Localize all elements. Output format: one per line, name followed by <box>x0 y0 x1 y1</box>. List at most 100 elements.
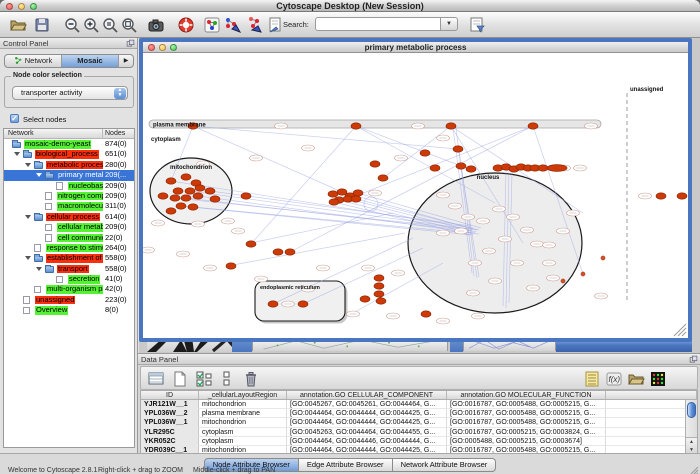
search-dropdown-button[interactable]: ▼ <box>441 17 458 31</box>
help-button[interactable] <box>176 15 196 35</box>
node-color-dropdown[interactable]: transporter activity ▲▼ <box>12 86 128 100</box>
node[interactable] <box>421 311 431 317</box>
column-header-molecular-function[interactable]: annotation.GO MOLECULAR_FUNCTION <box>447 391 606 399</box>
table-row-ypl036w__1[interactable]: YPL036W__1mitochondrion[GO:0044464, GO:0… <box>141 418 697 427</box>
column-header-cellular-component[interactable]: annotation.GO CELLULAR_COMPONENT <box>287 391 447 399</box>
table-cell[interactable]: YKR052C <box>141 437 199 446</box>
tree-row-mosaic-demo-yeast[interactable]: mosaic-demo-yeast874(0) <box>4 139 134 149</box>
node[interactable] <box>268 301 278 307</box>
column-header-id[interactable]: ID <box>141 391 199 399</box>
table-row-yjr121w__1[interactable]: YJR121W__1mitochondrion[GO:0045267, GO:0… <box>141 400 697 409</box>
zoom-out-button[interactable] <box>62 15 82 35</box>
node[interactable] <box>188 204 198 210</box>
small-node[interactable] <box>561 279 565 283</box>
disclosure-triangle-icon[interactable] <box>14 152 20 156</box>
small-node[interactable] <box>581 272 585 276</box>
node[interactable] <box>466 166 476 172</box>
node[interactable] <box>173 188 183 194</box>
node[interactable] <box>176 203 186 209</box>
merge-network-button[interactable] <box>245 15 265 35</box>
matrix-button[interactable] <box>649 370 667 388</box>
table-cell[interactable]: YLR295C <box>141 428 199 437</box>
zoom-selected-region-button[interactable] <box>100 15 120 35</box>
select-attributes-button[interactable] <box>195 370 213 388</box>
search-config-button[interactable] <box>468 16 486 34</box>
zoom-in-button[interactable] <box>81 15 101 35</box>
table-cell[interactable]: [GO:0045267, GO:0045261, GO:0044464, G..… <box>287 400 447 409</box>
node[interactable] <box>181 195 191 201</box>
node[interactable] <box>538 165 548 171</box>
table-cell[interactable]: [GO:0045263, GO:0044464, GO:0044455, G..… <box>287 428 447 437</box>
node[interactable] <box>374 275 384 281</box>
tree-row-overview[interactable]: Overview8(0) <box>4 305 134 315</box>
table-cell[interactable]: YPL036W__1 <box>141 418 199 427</box>
tree-row-primary-metabo[interactable]: primary metabo209(... <box>4 170 134 180</box>
node[interactable] <box>420 150 430 156</box>
network-canvas[interactable]: plasma membranecytoplasmmitochondrionnuc… <box>143 53 688 338</box>
node[interactable] <box>158 193 168 199</box>
table-cell[interactable]: [GO:0005488, GO:0005215, GO:0003674] <box>447 437 606 446</box>
tab-network-attribute-browser[interactable]: Network Attribute Browser <box>393 458 497 472</box>
node[interactable] <box>226 263 236 269</box>
tree-row-response-to-stimulu[interactable]: response to stimulu264(0) <box>4 243 134 253</box>
disclosure-triangle-icon[interactable] <box>25 215 31 219</box>
new-attribute-button[interactable] <box>171 370 189 388</box>
node[interactable] <box>453 146 463 152</box>
table-button[interactable] <box>147 370 165 388</box>
node[interactable] <box>456 163 466 169</box>
column-header-region[interactable]: _cellularLayoutRegion <box>199 391 287 399</box>
node[interactable] <box>210 196 220 202</box>
table-row-ykr052c[interactable]: YKR052Ccytoplasm[GO:0044464, GO:0044446,… <box>141 437 697 446</box>
table-cell[interactable]: [GO:0044464, GO:0044444, GO:0044425, G..… <box>287 418 447 427</box>
table-cell[interactable]: plasma membrane <box>199 409 287 418</box>
tree-row-establishment-of-lo[interactable]: establishment of lo558(0) <box>4 253 134 263</box>
table-scrollbar[interactable]: ▲▼ <box>685 400 697 453</box>
node[interactable] <box>351 196 361 202</box>
table-row-ypl036w__2[interactable]: YPL036W__2plasma membrane[GO:0044464, GO… <box>141 409 697 418</box>
network-graph[interactable]: plasma membranecytoplasmmitochondrionnuc… <box>143 53 688 338</box>
import-attributes-button[interactable] <box>627 370 645 388</box>
delete-attribute-button[interactable] <box>242 370 260 388</box>
disclosure-triangle-icon[interactable] <box>36 173 42 177</box>
node[interactable] <box>246 241 256 247</box>
node[interactable] <box>185 188 195 194</box>
node[interactable] <box>195 185 205 191</box>
tab-overflow-button[interactable]: ▶ <box>119 55 133 67</box>
node[interactable] <box>374 291 384 297</box>
tree-row-nitrogen-compo[interactable]: nitrogen compo209(0) <box>4 191 134 201</box>
node[interactable] <box>378 175 388 181</box>
snapshot-button[interactable] <box>146 15 166 35</box>
small-node[interactable] <box>601 256 605 260</box>
tree-row-cell-communicat[interactable]: cell communicat22(0) <box>4 233 134 243</box>
table-row-ylr295c[interactable]: YLR295Ccytoplasm[GO:0045263, GO:0044464,… <box>141 428 697 437</box>
tree-row-secretion[interactable]: secretion41(0) <box>4 274 134 284</box>
attribute-list-button[interactable] <box>583 370 601 388</box>
expand-network-button[interactable] <box>223 15 243 35</box>
table-cell[interactable]: [GO:0044464, GO:0044446, GO:0044444, G..… <box>287 437 447 446</box>
select-nodes-checkbox[interactable]: ✓ <box>10 114 19 123</box>
node[interactable] <box>205 188 215 194</box>
table-cell[interactable]: YPL036W__2 <box>141 409 199 418</box>
app-titlebar[interactable]: Cytoscape Desktop (New Session) <box>0 0 700 12</box>
resize-grip-icon[interactable] <box>689 463 699 473</box>
node[interactable] <box>273 249 283 255</box>
table-cell[interactable]: [GO:0016787, GO:0005488, GO:0005215, G..… <box>447 400 606 409</box>
table-cell[interactable]: [GO:0016787, GO:0005488, GO:0005215, G..… <box>447 418 606 427</box>
float-panel-icon[interactable] <box>689 355 698 364</box>
table-cell[interactable]: [GO:0016787, GO:0005488, GO:0005215, G..… <box>447 409 606 418</box>
disclosure-triangle-icon[interactable] <box>25 163 31 167</box>
tree-row-nucleobase-[interactable]: nucleobase-209(0) <box>4 181 134 191</box>
unselect-attributes-button[interactable] <box>219 370 237 388</box>
scrollbar-thumb[interactable] <box>687 402 696 418</box>
node[interactable] <box>170 195 180 201</box>
zoom-fit-button[interactable] <box>119 15 139 35</box>
node[interactable] <box>430 165 440 171</box>
node[interactable] <box>374 283 384 289</box>
table-cell[interactable]: mitochondrion <box>199 400 287 409</box>
formula-button[interactable]: f(x) <box>605 370 623 388</box>
disclosure-triangle-icon[interactable] <box>25 256 31 260</box>
annotation-button[interactable] <box>265 15 285 35</box>
node[interactable] <box>329 199 339 205</box>
tab-edge-attribute-browser[interactable]: Edge Attribute Browser <box>299 458 393 472</box>
node[interactable] <box>656 193 666 199</box>
